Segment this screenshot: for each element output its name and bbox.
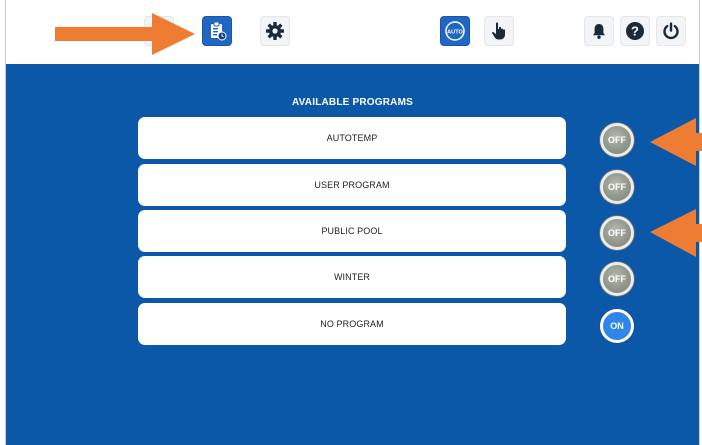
help-icon: ? <box>626 22 644 40</box>
help-button[interactable]: ? <box>620 16 650 46</box>
gear-icon <box>266 22 284 40</box>
annotation-arrow-public-pool <box>650 209 702 257</box>
program-row-user-program[interactable]: USER PROGRAM <box>138 164 566 206</box>
power-button[interactable] <box>656 16 686 46</box>
hand-pointer-icon <box>492 22 505 40</box>
programs-panel: AVAILABLE PROGRAMS AUTOTEMP USER PROGRAM… <box>6 64 699 445</box>
toggle-autotemp[interactable]: OFF <box>600 123 634 157</box>
auto-mode-icon: AUTO <box>445 21 465 41</box>
auto-mode-button[interactable]: AUTO <box>440 16 470 46</box>
annotation-arrow-toolbar <box>55 13 195 55</box>
auto-mode-label: AUTO <box>447 29 463 35</box>
program-row-winter[interactable]: WINTER <box>138 256 566 298</box>
settings-button[interactable] <box>260 16 290 46</box>
power-icon <box>663 22 679 40</box>
section-title: AVAILABLE PROGRAMS <box>291 97 413 108</box>
program-row-autotemp[interactable]: AUTOTEMP <box>138 117 566 159</box>
manual-mode-button[interactable] <box>484 16 514 46</box>
toggle-user-program[interactable]: OFF <box>600 170 634 204</box>
bell-icon <box>593 24 605 39</box>
annotation-arrow-autotemp <box>650 118 702 166</box>
toggle-no-program[interactable]: ON <box>600 309 634 343</box>
program-row-no-program[interactable]: NO PROGRAM <box>138 303 566 345</box>
svg-text:?: ? <box>631 24 639 39</box>
toggle-winter[interactable]: OFF <box>600 262 634 296</box>
toggle-public-pool[interactable]: OFF <box>600 216 634 250</box>
program-row-public-pool[interactable]: PUBLIC POOL <box>138 210 566 252</box>
alerts-button[interactable] <box>584 16 614 46</box>
